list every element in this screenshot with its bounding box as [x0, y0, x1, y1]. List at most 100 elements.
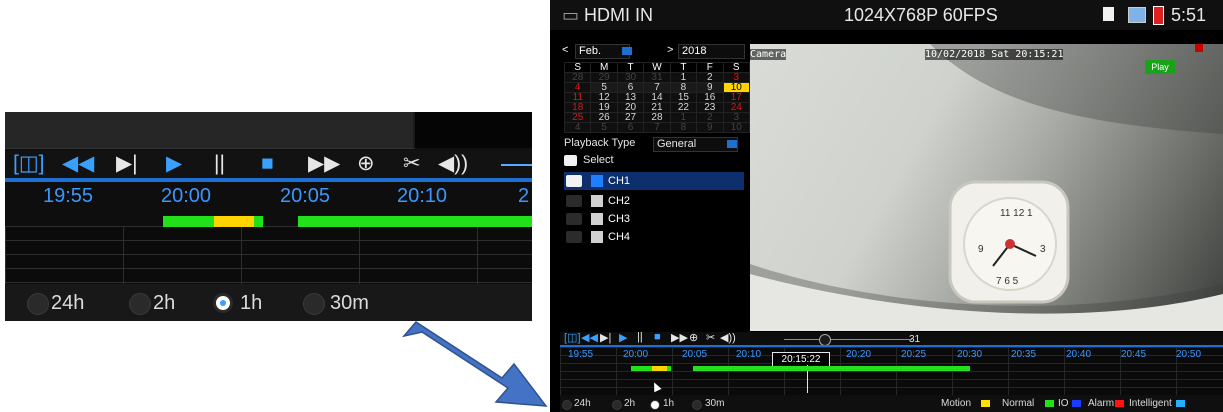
next-month-icon[interactable]: >: [667, 44, 673, 56]
calendar-day[interactable]: 20: [616, 102, 645, 113]
zoom-icon[interactable]: ⊕: [689, 331, 698, 344]
clip-icon[interactable]: ✂: [706, 331, 715, 344]
volume-icon[interactable]: ◀)): [438, 151, 468, 177]
channel-checkbox[interactable]: [566, 231, 582, 243]
camera-play-icon: [591, 195, 603, 207]
calendar-day[interactable]: 19: [590, 102, 618, 113]
play-icon[interactable]: ▶: [166, 151, 182, 177]
fullscreen-icon[interactable]: [◫]: [13, 151, 45, 177]
calendar-day[interactable]: 21: [643, 102, 671, 113]
year-select[interactable]: 2018: [678, 44, 745, 59]
calendar-day[interactable]: 16: [696, 92, 724, 103]
volume-icon[interactable]: ◀)): [720, 331, 736, 344]
clip-icon[interactable]: ✂: [403, 151, 421, 177]
calendar-day[interactable]: 9: [696, 82, 724, 93]
radio-30m[interactable]: [692, 400, 702, 410]
calendar-day[interactable]: 13: [616, 92, 645, 103]
calendar-day[interactable]: 6: [616, 122, 645, 133]
channel-checkbox[interactable]: [566, 175, 582, 187]
radio-label: 30m: [705, 398, 725, 409]
calendar-day[interactable]: 10: [722, 122, 751, 133]
normal-recording-bar: [693, 366, 970, 371]
pause-icon[interactable]: ||: [214, 151, 225, 177]
fast-forward-icon[interactable]: ▶▶: [308, 151, 340, 177]
calendar-day[interactable]: 28: [563, 72, 592, 83]
calendar-day[interactable]: 7: [643, 82, 671, 93]
channel-item-ch2[interactable]: CH2: [564, 192, 744, 210]
rewind-icon[interactable]: ◀◀: [581, 331, 598, 344]
fast-forward-icon[interactable]: ▶▶: [671, 331, 688, 344]
calendar-day[interactable]: 23: [696, 102, 724, 113]
channel-checkbox[interactable]: [566, 213, 582, 225]
calendar-day[interactable]: 1: [669, 72, 698, 83]
time-label: 20:40: [1066, 349, 1092, 360]
channel-checkbox[interactable]: [566, 195, 582, 207]
radio-1h-selected[interactable]: [213, 293, 233, 313]
calendar-day-selected[interactable]: 10: [722, 82, 751, 93]
close-icon[interactable]: [1195, 44, 1203, 52]
calendar-day[interactable]: 29: [590, 72, 618, 83]
calendar-day[interactable]: 28: [643, 112, 671, 123]
radio-2h[interactable]: [129, 293, 151, 315]
fullscreen-icon[interactable]: [◫]: [564, 331, 581, 344]
channel-label: CH1: [608, 175, 631, 187]
calendar-day[interactable]: 12: [590, 92, 618, 103]
calendar-day[interactable]: 24: [722, 102, 751, 113]
calendar-day[interactable]: 1: [669, 112, 698, 123]
channel-label: CH2: [608, 195, 631, 207]
calendar-day[interactable]: 17: [722, 92, 751, 103]
zoomed-timeline-inset: [◫] ◀◀ ▶| ▶ || ■ ▶▶ ⊕ ✂ ◀)) 19:55 20:00 …: [5, 112, 532, 321]
radio-2h[interactable]: [612, 400, 622, 410]
calendar-day[interactable]: 8: [669, 82, 698, 93]
stop-icon[interactable]: ■: [654, 331, 661, 343]
calendar-day[interactable]: 6: [616, 82, 645, 93]
inset-timeline-grid[interactable]: [5, 226, 532, 284]
calendar-day[interactable]: 5: [590, 82, 618, 93]
calendar-day[interactable]: 25: [563, 112, 592, 123]
calendar-day[interactable]: 11: [563, 92, 592, 103]
play-badge[interactable]: Play: [1145, 60, 1175, 74]
zoom-icon[interactable]: ⊕: [357, 151, 375, 177]
inset-time-label: 20:10: [397, 185, 448, 207]
radio-1h-selected[interactable]: [650, 400, 660, 410]
calendar-day[interactable]: 3: [722, 72, 751, 83]
prev-month-icon[interactable]: <: [562, 44, 568, 56]
step-icon[interactable]: ▶|: [116, 151, 138, 177]
play-icon[interactable]: ▶: [619, 331, 627, 344]
stop-icon[interactable]: ■: [261, 151, 274, 177]
calendar-day[interactable]: 26: [590, 112, 618, 123]
volume-slider-track[interactable]: [784, 339, 912, 340]
calendar-day[interactable]: 4: [563, 82, 592, 93]
calendar-day[interactable]: 5: [590, 122, 618, 133]
calendar-day[interactable]: 14: [643, 92, 671, 103]
calendar-day[interactable]: 31: [643, 72, 671, 83]
legend-swatch-motion: [981, 400, 990, 407]
inset-volume-slider[interactable]: [501, 164, 532, 166]
pause-icon[interactable]: ||: [637, 331, 643, 343]
channel-item-ch4[interactable]: CH4: [564, 228, 744, 246]
calendar-day[interactable]: 18: [563, 102, 592, 113]
rewind-icon[interactable]: ◀◀: [62, 151, 94, 177]
video-playback-frame[interactable]: 11 12 1 9 3 7 6 5 Camera 10/02/2018 Sat …: [750, 44, 1223, 331]
playback-type-select[interactable]: General: [653, 137, 738, 152]
calendar-day[interactable]: 9: [696, 122, 724, 133]
select-all-checkbox[interactable]: [564, 155, 577, 166]
video-timestamp: 10/02/2018 Sat 20:15:21: [925, 49, 1064, 60]
calendar-day[interactable]: 22: [669, 102, 698, 113]
radio-24h[interactable]: [27, 293, 49, 315]
radio-24h[interactable]: [562, 400, 572, 410]
calendar-day[interactable]: 2: [696, 112, 724, 123]
calendar-day[interactable]: 8: [669, 122, 698, 133]
radio-30m[interactable]: [303, 293, 325, 315]
calendar-day[interactable]: 3: [722, 112, 751, 123]
channel-item-ch3[interactable]: CH3: [564, 210, 744, 228]
channel-item-ch1[interactable]: CH1: [564, 172, 744, 190]
network-icon: [1128, 7, 1146, 23]
calendar-day[interactable]: 7: [643, 122, 671, 133]
calendar-day[interactable]: 15: [669, 92, 698, 103]
step-icon[interactable]: ▶|: [600, 331, 611, 344]
calendar-day[interactable]: 2: [696, 72, 724, 83]
calendar-day[interactable]: 30: [616, 72, 645, 83]
calendar-day[interactable]: 4: [563, 122, 592, 133]
calendar-day[interactable]: 27: [616, 112, 645, 123]
